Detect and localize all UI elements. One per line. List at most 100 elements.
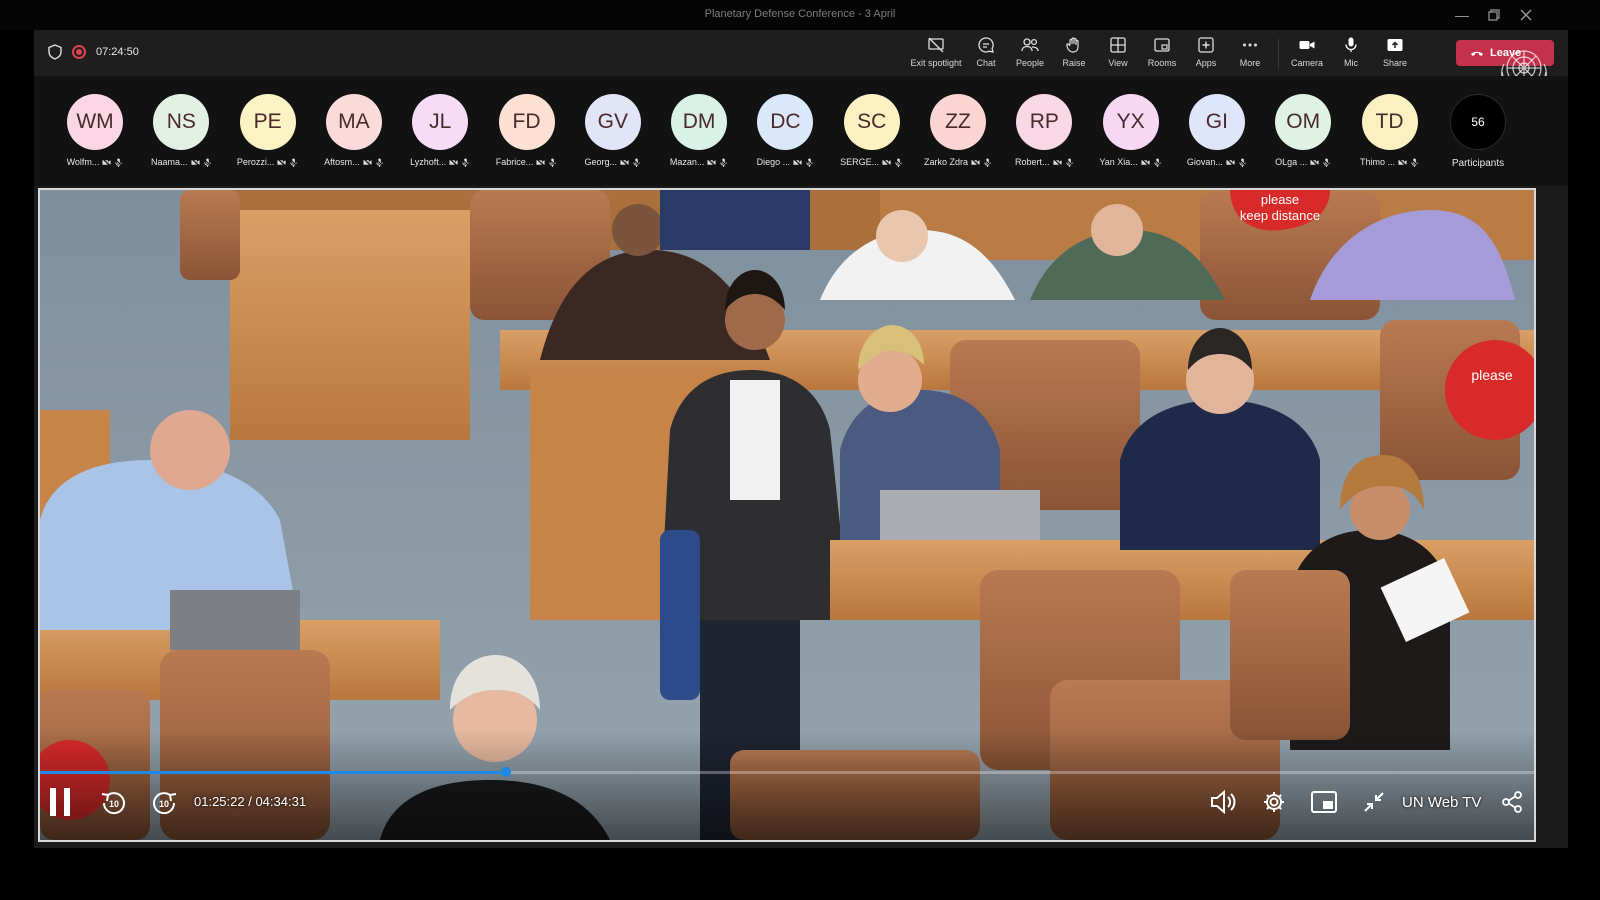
- participant-tile[interactable]: FD Fabrice...: [487, 94, 567, 168]
- camera-off-icon: [620, 157, 630, 167]
- camera-off-icon: [707, 157, 717, 167]
- picture-in-picture-button[interactable]: [1308, 786, 1340, 818]
- avatar: OM: [1275, 94, 1332, 150]
- chat-button[interactable]: Chat: [964, 36, 1008, 72]
- close-button[interactable]: [1516, 5, 1536, 25]
- video-progress-fill: [40, 771, 507, 774]
- camera-off-icon: [1310, 157, 1320, 167]
- rooms-icon: [1154, 38, 1170, 52]
- participant-name: Mazan...: [669, 157, 705, 167]
- camera-off-icon: [882, 157, 892, 167]
- avatar: GV: [584, 94, 641, 150]
- participant-meta: Fabrice...: [487, 156, 567, 168]
- participant-tile[interactable]: PE Perozzi...: [228, 94, 308, 168]
- view-label: View: [1108, 58, 1128, 68]
- exit-fullscreen-icon: [1364, 792, 1384, 812]
- conference-room-video: please keep distance please: [40, 190, 1534, 840]
- participant-tile[interactable]: NS Naama...: [141, 94, 221, 168]
- more-button[interactable]: More: [1228, 36, 1272, 72]
- mic-off-icon: [894, 157, 904, 167]
- participant-strip: 56 Participants WM Wolfm... NS Naama... PE Pe…: [34, 76, 1568, 186]
- mic-off-icon: [983, 157, 992, 167]
- video-progress-bar[interactable]: [40, 767, 1534, 777]
- settings-button[interactable]: [1258, 786, 1290, 818]
- rooms-button[interactable]: Rooms: [1140, 36, 1184, 72]
- participant-count: 56: [1471, 115, 1485, 129]
- camera-off-icon: [362, 157, 372, 167]
- raise-hand-button[interactable]: Raise: [1052, 36, 1096, 72]
- view-button[interactable]: View: [1096, 36, 1140, 72]
- share-icon: [1502, 791, 1522, 813]
- participant-meta: OLga ...: [1263, 156, 1343, 168]
- mic-off-icon: [1237, 157, 1247, 167]
- participant-name: Thimo ...: [1359, 157, 1395, 167]
- camera-button[interactable]: Camera: [1285, 36, 1329, 72]
- participant-count-badge[interactable]: 56: [1450, 94, 1506, 150]
- participant-tile[interactable]: GI Giovan...: [1177, 94, 1257, 168]
- minimize-button[interactable]: —: [1452, 5, 1472, 25]
- apps-button[interactable]: Apps: [1184, 36, 1228, 72]
- mic-off-icon: [374, 157, 384, 167]
- toolbar-divider: [1278, 39, 1279, 69]
- camera-label: Camera: [1290, 58, 1323, 68]
- participant-meta: Perozzi...: [228, 156, 308, 168]
- participant-tile[interactable]: OM OLga ...: [1263, 94, 1343, 168]
- exit-spotlight-icon: [928, 37, 944, 53]
- minimize-icon: —: [1455, 7, 1469, 23]
- participant-tile[interactable]: WM Wolfm...: [55, 94, 135, 168]
- mic-off-icon: [461, 157, 471, 167]
- skip-back-button[interactable]: 10: [98, 786, 130, 818]
- mic-off-icon: [1064, 157, 1074, 167]
- participant-name: Wolfm...: [66, 157, 100, 167]
- mic-off-icon: [1322, 157, 1332, 167]
- share-label: Share: [1382, 58, 1408, 68]
- participant-tile[interactable]: GV Georg...: [573, 94, 653, 168]
- svg-text:keep distance: keep distance: [1240, 208, 1320, 223]
- mic-off-icon: [1410, 157, 1419, 167]
- participant-tile[interactable]: ZZ Zarko Zdra...: [918, 94, 998, 168]
- mic-off-icon: [1152, 157, 1162, 167]
- exit-spotlight-button[interactable]: Exit spotlight: [908, 36, 964, 72]
- un-web-tv-brand: UN Web TV: [1402, 794, 1482, 811]
- share-button[interactable]: Share: [1373, 36, 1417, 72]
- participant-meta: Aftosm...: [314, 156, 394, 168]
- participant-name: SERGE...: [840, 157, 880, 167]
- participant-tile[interactable]: MA Aftosm...: [314, 94, 394, 168]
- avatar: MA: [325, 94, 382, 150]
- gear-icon: [1264, 792, 1284, 812]
- avatar: YX: [1102, 94, 1159, 150]
- skip-forward-button[interactable]: 10: [148, 786, 180, 818]
- pause-button[interactable]: [44, 786, 76, 818]
- more-label: More: [1239, 58, 1261, 68]
- apps-label: Apps: [1195, 58, 1217, 68]
- share-video-button[interactable]: [1498, 786, 1526, 818]
- participant-tile[interactable]: JL Lyzhoft...: [400, 94, 480, 168]
- video-time-display: 01:25:22 / 04:34:31: [194, 794, 307, 809]
- camera-off-icon: [277, 157, 287, 167]
- restore-button[interactable]: [1484, 5, 1504, 25]
- camera-off-icon: [793, 157, 803, 167]
- participant-tile[interactable]: SC SERGE...: [832, 94, 912, 168]
- meeting-window: 07:24:50 Exit spotlight Chat People Rais…: [34, 30, 1568, 848]
- avatar: DC: [757, 94, 814, 150]
- avatar: GI: [1188, 94, 1245, 150]
- svg-text:10: 10: [109, 799, 119, 809]
- participant-tile[interactable]: TD Thimo ...: [1350, 94, 1430, 168]
- participant-meta: Wolfm...: [55, 156, 135, 168]
- video-stage[interactable]: please keep distance please 10 10 01:25:…: [38, 188, 1536, 842]
- avatar: FD: [498, 94, 555, 150]
- people-button[interactable]: People: [1008, 36, 1052, 72]
- chat-icon: [978, 37, 994, 53]
- participant-tile[interactable]: YX Yan Xia...: [1091, 94, 1171, 168]
- grid-icon: [1110, 37, 1126, 53]
- participant-tile[interactable]: DC Diego ...: [745, 94, 825, 168]
- participant-tile[interactable]: DM Mazan...: [659, 94, 739, 168]
- exit-fullscreen-button[interactable]: [1358, 786, 1390, 818]
- restore-icon: [1488, 9, 1500, 21]
- volume-button[interactable]: [1208, 786, 1240, 818]
- mic-button[interactable]: Mic: [1329, 36, 1373, 72]
- camera-off-icon: [1052, 157, 1062, 167]
- share-screen-icon: [1387, 39, 1403, 51]
- camera-off-icon: [1140, 157, 1150, 167]
- participant-tile[interactable]: RP Robert...: [1004, 94, 1084, 168]
